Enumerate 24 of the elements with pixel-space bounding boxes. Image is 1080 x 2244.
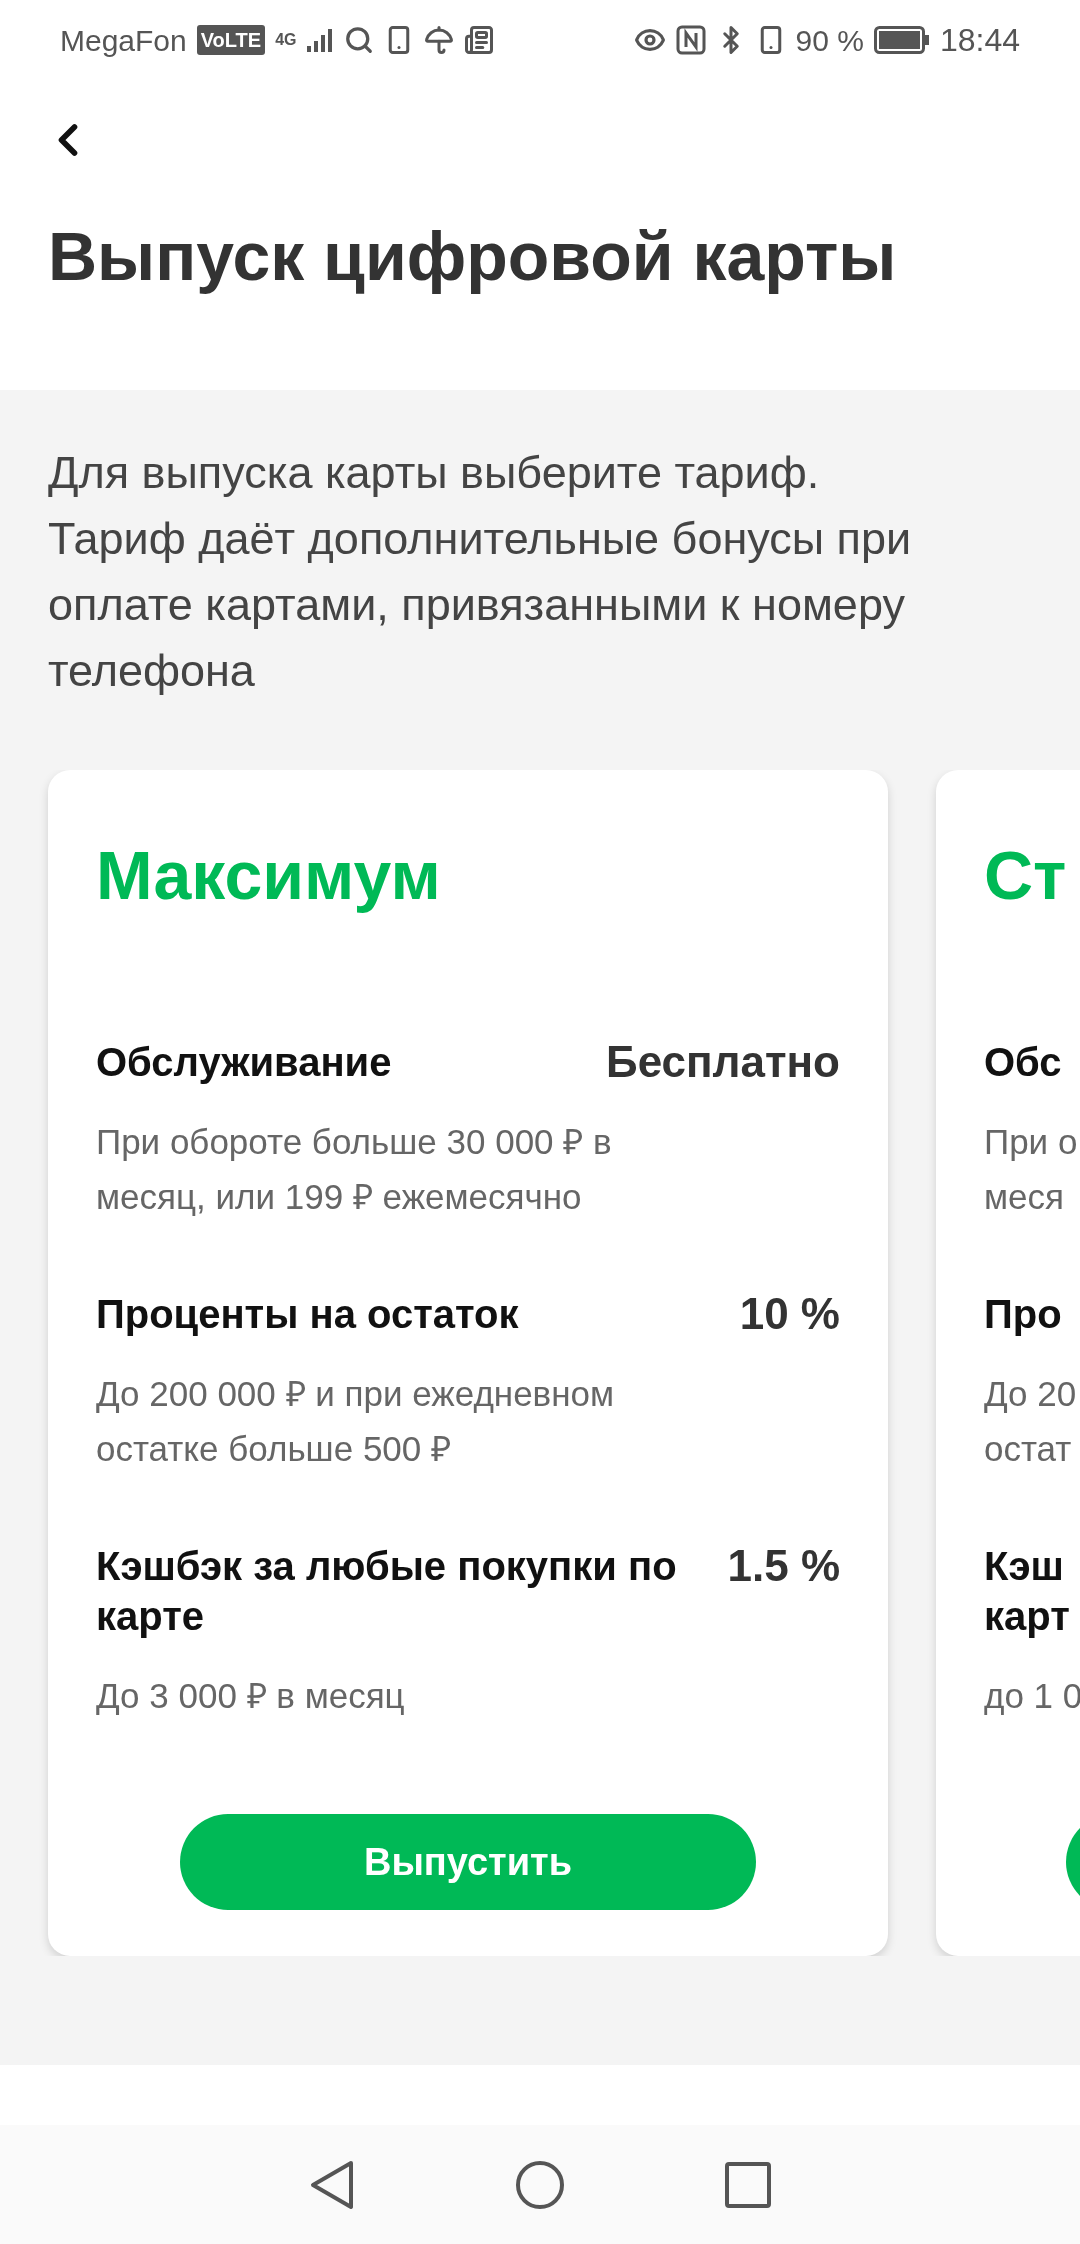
row-note: При обороте больше 30 000 ₽ в месяц, или 199 ₽ ежемесячно (96, 1121, 613, 1218)
network-type: 4G (275, 30, 297, 50)
row-note: При о меся (984, 1121, 1079, 1218)
page-title: Выпуск цифровой карты (48, 217, 898, 296)
row-value: 10 % (739, 1289, 840, 1339)
battery-percent: 90 % (795, 22, 864, 59)
row-label: Кэш карт (984, 1543, 1070, 1640)
row-label: Про (984, 1291, 1062, 1338)
volte-badge: VoLTE (196, 25, 266, 55)
row-value: Бесплатно (606, 1037, 840, 1087)
row-note: До 20 остат (984, 1373, 1078, 1470)
row-value: 1.5 % (727, 1541, 840, 1591)
tariff-title: Максимум (96, 836, 442, 915)
clock: 18:44 (939, 21, 1020, 60)
row-note: До 200 000 ₽ и при ежедневном остатке больше 500 ₽ (96, 1373, 616, 1470)
carrier-name: MegaFon (60, 22, 187, 59)
row-label: Кэшбэк за любые покупки по карте (96, 1543, 677, 1640)
row-label: Обслуживание (96, 1039, 392, 1086)
row-label: Обс (984, 1039, 1062, 1086)
row-note: До 3 000 ₽ в месяц (96, 1675, 406, 1717)
intro-text: Для выпуска карты выберите тариф. Тариф даёт дополнительные бонусы при оплате картами, привязанными к номеру телефона (47, 446, 913, 698)
tariff-title: Ст (984, 836, 1068, 915)
issue-button[interactable]: Выпустить (180, 1814, 756, 1910)
row-label: Проценты на остаток (96, 1291, 519, 1338)
